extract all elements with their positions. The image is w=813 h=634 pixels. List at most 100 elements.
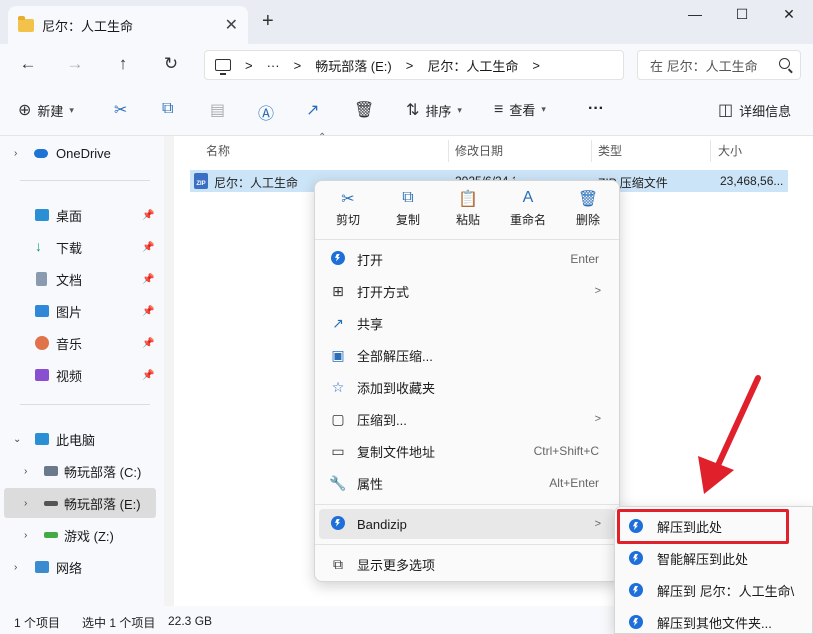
breadcrumb-sep[interactable]: >: [245, 58, 253, 73]
menu-item-share[interactable]: ↗ 共享: [319, 308, 615, 338]
delete-icon[interactable]: 🗑: [354, 100, 374, 120]
breadcrumb-more[interactable]: ···: [267, 58, 280, 73]
sidebar-item-drive-c[interactable]: › 畅玩部落 (C:): [0, 456, 158, 486]
menu-item-extract-to-folder[interactable]: 解压到 尼尔：人工生命\: [619, 575, 813, 605]
chevron-right-icon[interactable]: ›: [14, 562, 17, 573]
sidebar-item-documents[interactable]: 文档 📌: [0, 264, 158, 294]
more-options-icon: ⧉: [333, 555, 343, 572]
breadcrumb-drive[interactable]: 畅玩部落 (E:): [315, 56, 392, 75]
tab-current[interactable]: 尼尔：人工生命 ✕: [8, 6, 248, 44]
breadcrumb-sep[interactable]: >: [294, 58, 302, 73]
cut-button[interactable]: ✂ 剪切: [322, 189, 374, 228]
column-divider[interactable]: [448, 140, 449, 162]
details-button[interactable]: ◫ 详细信息: [718, 100, 791, 120]
copy-icon[interactable]: ⧉: [162, 100, 173, 118]
share-icon[interactable]: ↗: [306, 100, 319, 120]
address-bar[interactable]: > ··· > 畅玩部落 (E:) > 尼尔：人工生命 >: [204, 50, 624, 80]
breadcrumb-sep[interactable]: >: [532, 58, 540, 73]
menu-item-label: 解压到其他文件夹...: [657, 615, 772, 631]
more-options-button[interactable]: ···: [588, 100, 604, 118]
search-input[interactable]: 在 尼尔：人工生命: [637, 50, 801, 80]
column-divider[interactable]: [710, 140, 711, 162]
sidebar-item-drive-e[interactable]: › 畅玩部落 (E:): [4, 488, 156, 518]
sidebar-item-downloads[interactable]: ↓ 下载 📌: [0, 232, 158, 262]
sort-button[interactable]: ⇅ 排序 ▾: [406, 100, 462, 120]
column-divider[interactable]: [591, 140, 592, 162]
search-placeholder: 在 尼尔：人工生命: [650, 58, 758, 74]
column-header-name[interactable]: 名称: [206, 142, 230, 159]
pin-icon[interactable]: 📌: [142, 306, 154, 317]
divider: [315, 544, 619, 545]
sidebar-item-pictures[interactable]: 图片 📌: [0, 296, 158, 326]
new-tab-button[interactable]: +: [262, 10, 274, 33]
menu-item-open[interactable]: 打开 Enter: [319, 244, 615, 274]
pin-icon[interactable]: 📌: [142, 370, 154, 381]
cut-icon[interactable]: ✂: [114, 100, 127, 120]
breadcrumb-folder[interactable]: 尼尔：人工生命: [427, 56, 518, 75]
menu-item-open-with[interactable]: ⊞ 打开方式 >: [319, 276, 615, 306]
chevron-right-icon[interactable]: ›: [24, 530, 27, 541]
rename-button[interactable]: A 重命名: [502, 189, 554, 228]
menu-item-bandizip[interactable]: Bandizip >: [319, 509, 615, 539]
breadcrumb-sep[interactable]: >: [406, 58, 414, 73]
chevron-down-icon[interactable]: ⌄: [13, 434, 21, 445]
pin-icon[interactable]: 📌: [142, 274, 154, 285]
sidebar-label: 网络: [56, 560, 83, 576]
view-button[interactable]: ≡ 查看 ▾: [494, 100, 546, 119]
search-icon[interactable]: [779, 58, 790, 69]
maximize-button[interactable]: ☐: [727, 6, 757, 28]
menu-item-label: 共享: [357, 316, 384, 332]
sidebar-item-drive-z[interactable]: › 游戏 (Z:): [0, 520, 158, 550]
chevron-right-icon[interactable]: ›: [24, 466, 27, 477]
chevron-right-icon[interactable]: ›: [24, 498, 27, 509]
back-button[interactable]: ←: [17, 54, 39, 74]
refresh-button[interactable]: ↻: [160, 54, 182, 74]
sidebar-item-onedrive[interactable]: › OneDrive: [0, 138, 158, 168]
delete-button[interactable]: 🗑 删除: [562, 189, 614, 228]
share-icon: ↗: [332, 314, 344, 331]
menu-item-copy-path[interactable]: ▭ 复制文件地址 Ctrl+Shift+C: [319, 436, 615, 466]
menu-item-extract-other[interactable]: 解压到其他文件夹...: [619, 607, 813, 634]
chevron-down-icon: ▾: [69, 104, 74, 115]
menu-item-show-more[interactable]: ⧉ 显示更多选项: [319, 549, 615, 579]
up-button[interactable]: ↑: [112, 54, 134, 74]
copy-label: 复制: [395, 213, 420, 227]
close-button[interactable]: ✕: [774, 6, 804, 28]
menu-item-label: 打开方式: [357, 284, 410, 300]
sidebar-item-desktop[interactable]: 桌面 📌: [0, 200, 158, 230]
details-pane-icon: ◫: [718, 102, 734, 119]
extract-all-icon: ▣: [331, 346, 345, 363]
pin-icon[interactable]: 📌: [142, 210, 154, 221]
sidebar-item-this-pc[interactable]: ⌄ 此电脑: [0, 424, 158, 454]
column-header-size[interactable]: 大小: [718, 142, 742, 159]
menu-item-extract-all[interactable]: ▣ 全部解压缩...: [319, 340, 615, 370]
minimize-button[interactable]: —: [680, 6, 710, 28]
chevron-right-icon: >: [594, 518, 601, 530]
bandizip-icon: [629, 615, 643, 629]
menu-item-compress-to[interactable]: ▢ 压缩到... >: [319, 404, 615, 434]
bandizip-icon: [629, 551, 643, 565]
sidebar-item-network[interactable]: › 网络: [0, 552, 158, 582]
copy-button[interactable]: ⧉ 复制: [382, 189, 434, 228]
sidebar-label: 畅玩部落 (E:): [64, 496, 141, 512]
bandizip-icon: [329, 515, 347, 533]
sidebar-item-music[interactable]: 音乐 📌: [0, 328, 158, 358]
chevron-right-icon[interactable]: ›: [14, 148, 17, 159]
menu-item-smart-extract[interactable]: 智能解压到此处: [619, 543, 813, 573]
column-header-date[interactable]: 修改日期: [455, 142, 503, 159]
chevron-down-icon: ▾: [457, 104, 462, 115]
cut-label: 剪切: [335, 213, 360, 227]
menu-item-add-favorites[interactable]: ☆ 添加到收藏夹: [319, 372, 615, 402]
forward-button[interactable]: →: [64, 54, 86, 74]
pin-icon[interactable]: 📌: [142, 242, 154, 253]
pin-icon[interactable]: 📌: [142, 338, 154, 349]
rename-icon[interactable]: Ⓐ: [258, 100, 274, 124]
desktop-icon: [35, 209, 49, 221]
sidebar-item-videos[interactable]: 视频 📌: [0, 360, 158, 390]
tab-close-icon[interactable]: ✕: [225, 15, 238, 35]
new-button[interactable]: ⊕ 新建 ▾: [18, 100, 74, 120]
paste-button[interactable]: 📋 粘贴: [442, 189, 494, 228]
menu-item-properties[interactable]: 🔧 属性 Alt+Enter: [319, 468, 615, 498]
column-header-type[interactable]: 类型: [598, 142, 622, 159]
paste-icon[interactable]: ▤: [210, 100, 225, 120]
